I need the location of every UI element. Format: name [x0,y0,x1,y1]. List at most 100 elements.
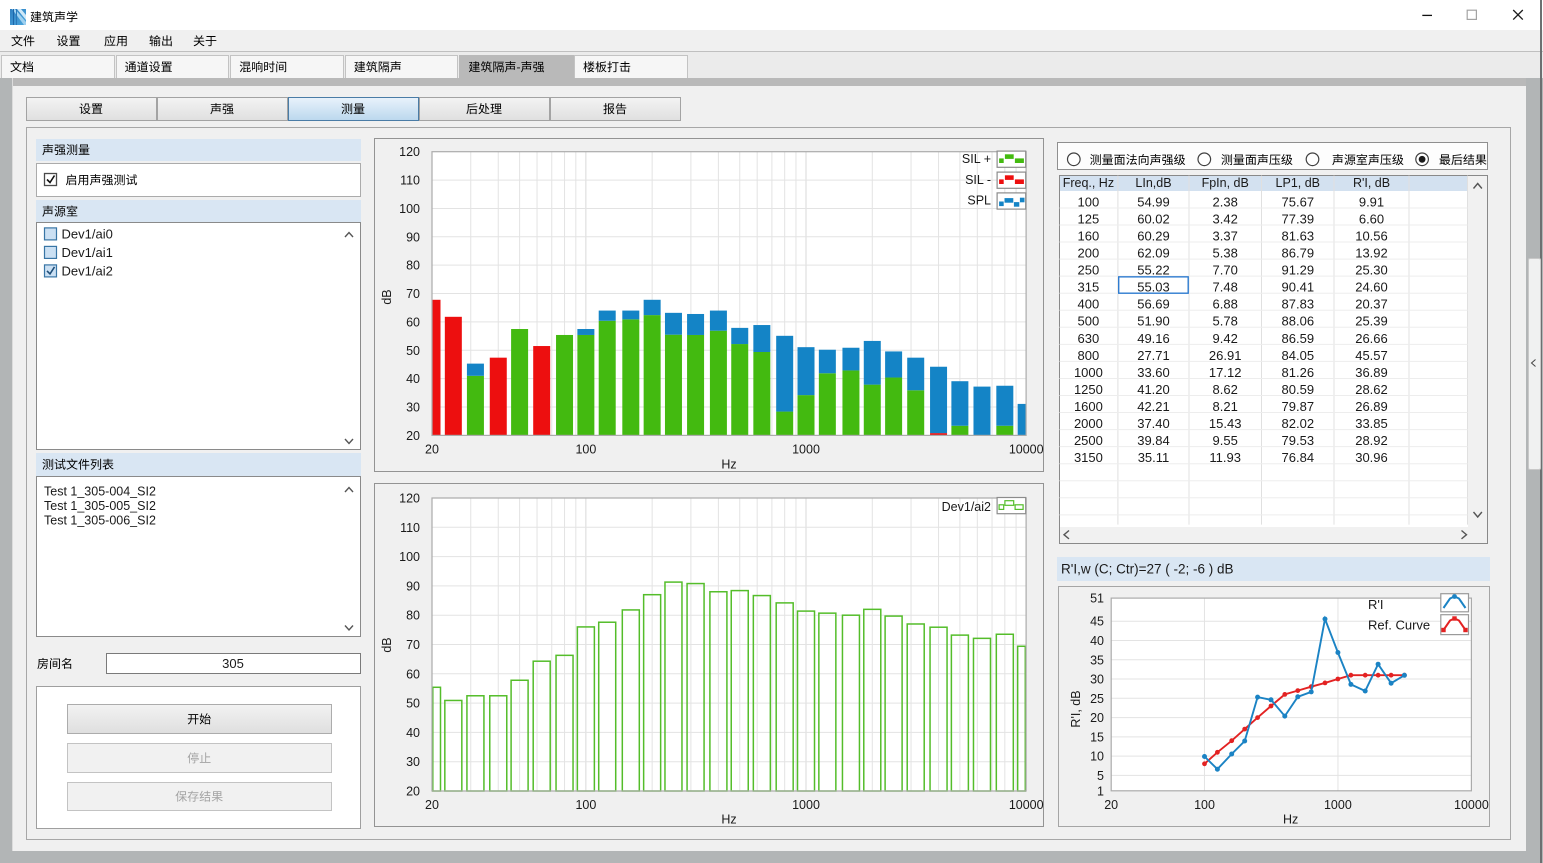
svg-text:51.90: 51.90 [1137,314,1170,329]
svg-text:20: 20 [1090,711,1104,725]
svg-text:15: 15 [1090,730,1104,744]
svg-text:100: 100 [1078,194,1100,209]
svg-text:50: 50 [406,344,420,358]
svg-text:Dev1/ai2: Dev1/ai2 [942,500,991,514]
svg-text:2000: 2000 [1074,416,1103,431]
svg-text:60: 60 [406,667,420,681]
svg-text:1: 1 [1097,784,1104,798]
svg-text:7.70: 7.70 [1213,263,1238,278]
svg-text:40: 40 [406,372,420,386]
svg-text:R'I: R'I [1368,597,1383,612]
svg-text:33.60: 33.60 [1137,365,1170,380]
svg-text:Dev1/ai0: Dev1/ai0 [62,226,113,241]
svg-text:45: 45 [1090,615,1104,629]
svg-text:20: 20 [425,798,439,812]
svg-text:76.84: 76.84 [1282,450,1315,465]
svg-text:87.83: 87.83 [1282,297,1315,312]
svg-text:70: 70 [406,638,420,652]
svg-text:Dev1/ai2: Dev1/ai2 [62,263,113,278]
svg-text:37.40: 37.40 [1137,416,1170,431]
svg-text:90.41: 90.41 [1282,280,1315,295]
svg-text:R'I,w (C; Ctr)=27 ( -2; -6 ) d: R'I,w (C; Ctr)=27 ( -2; -6 ) dB [1061,561,1233,576]
svg-text:10: 10 [1090,750,1104,764]
svg-text:FpIn, dB: FpIn, dB [1202,176,1249,190]
svg-text:100: 100 [575,443,596,457]
svg-text:SIL +: SIL + [962,152,991,166]
svg-text:R'I, dB: R'I, dB [1069,690,1083,727]
svg-text:1000: 1000 [1324,798,1352,812]
svg-text:25.39: 25.39 [1355,314,1388,329]
svg-text:77.39: 77.39 [1282,211,1315,226]
svg-text:6.60: 6.60 [1359,211,1384,226]
svg-text:1600: 1600 [1074,399,1103,414]
svg-text:9.42: 9.42 [1213,331,1238,346]
svg-text:R'I, dB: R'I, dB [1353,176,1390,190]
svg-text:120: 120 [399,492,420,506]
svg-text:Ref. Curve: Ref. Curve [1368,618,1430,633]
svg-text:56.69: 56.69 [1137,297,1170,312]
svg-text:Hz: Hz [1283,813,1298,827]
svg-text:62.09: 62.09 [1137,246,1170,261]
svg-text:54.99: 54.99 [1137,194,1170,209]
svg-text:Test 1_305-004_SI2: Test 1_305-004_SI2 [44,484,156,498]
svg-text:26.66: 26.66 [1355,331,1388,346]
svg-text:2.38: 2.38 [1213,194,1238,209]
svg-text:20: 20 [406,429,420,443]
svg-text:90: 90 [406,230,420,244]
svg-text:LP1, dB: LP1, dB [1276,176,1320,190]
svg-text:10.56: 10.56 [1355,229,1388,244]
svg-text:10000: 10000 [1454,798,1489,812]
svg-text:86.59: 86.59 [1282,331,1315,346]
svg-text:110: 110 [400,174,420,188]
svg-text:315: 315 [1078,280,1100,295]
svg-text:3150: 3150 [1074,450,1103,465]
svg-text:Hz: Hz [721,813,736,827]
svg-text:110: 110 [400,521,420,535]
svg-text:36.89: 36.89 [1355,365,1388,380]
svg-text:100: 100 [399,550,420,564]
svg-text:30.96: 30.96 [1355,450,1388,465]
svg-text:82.02: 82.02 [1282,416,1315,431]
svg-text:80: 80 [406,609,420,623]
svg-text:3.37: 3.37 [1213,229,1238,244]
svg-text:70: 70 [406,287,420,301]
svg-text:39.84: 39.84 [1137,433,1170,448]
svg-text:35.11: 35.11 [1138,450,1170,465]
svg-text:630: 630 [1078,331,1100,346]
svg-text:9.55: 9.55 [1213,433,1238,448]
svg-text:100: 100 [399,202,420,216]
svg-text:90: 90 [406,579,420,593]
svg-text:6.88: 6.88 [1213,297,1238,312]
svg-text:1000: 1000 [792,798,820,812]
svg-text:20: 20 [1104,798,1118,812]
svg-text:20: 20 [425,443,439,457]
svg-text:88.06: 88.06 [1282,314,1315,329]
svg-text:79.53: 79.53 [1282,433,1315,448]
svg-text:7.48: 7.48 [1213,280,1238,295]
svg-text:55.03: 55.03 [1137,280,1170,295]
svg-text:33.85: 33.85 [1355,416,1388,431]
svg-text:400: 400 [1078,297,1100,312]
svg-text:100: 100 [1194,798,1215,812]
svg-text:1250: 1250 [1074,382,1103,397]
svg-text:28.92: 28.92 [1355,433,1388,448]
svg-text:17.12: 17.12 [1209,365,1242,380]
svg-text:40: 40 [406,726,420,740]
svg-text:60.02: 60.02 [1137,211,1170,226]
svg-text:dB: dB [380,637,394,652]
svg-text:500: 500 [1078,314,1100,329]
svg-text:26.89: 26.89 [1355,399,1388,414]
svg-text:LIn,dB: LIn,dB [1135,176,1171,190]
svg-text:250: 250 [1078,263,1100,278]
svg-text:Hz: Hz [721,458,736,472]
svg-text:28.62: 28.62 [1355,382,1388,397]
svg-text:2500: 2500 [1074,433,1103,448]
svg-text:8.21: 8.21 [1213,399,1238,414]
svg-text:81.63: 81.63 [1282,229,1315,244]
svg-text:80: 80 [406,259,420,273]
svg-text:20: 20 [406,785,420,799]
svg-text:60.29: 60.29 [1137,229,1170,244]
svg-text:100: 100 [575,798,596,812]
svg-text:27.71: 27.71 [1137,348,1170,363]
svg-text:125: 125 [1078,211,1100,226]
